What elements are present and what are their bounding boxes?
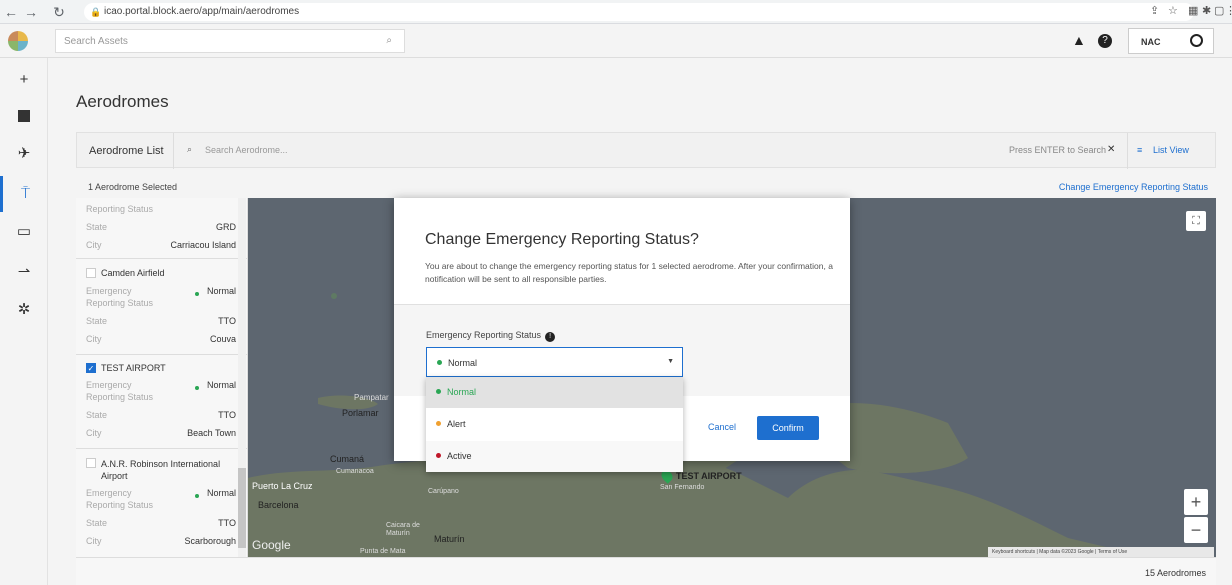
sidebar: + ✈ ⍑ ▭ ⇀ ✲ bbox=[0, 58, 48, 585]
reload-icon[interactable]: ↻ bbox=[50, 4, 68, 21]
aerodrome-checkbox[interactable] bbox=[86, 268, 96, 278]
menu-icon[interactable]: ⋮ bbox=[1225, 4, 1232, 17]
list-view-button[interactable]: List View bbox=[1153, 145, 1189, 155]
page-title: Aerodromes bbox=[76, 92, 169, 111]
list-item-row: City Scarborough bbox=[86, 536, 236, 546]
list-item-row: Reporting Status bbox=[86, 392, 154, 402]
share-icon[interactable]: ⇪ bbox=[1150, 4, 1159, 17]
selected-count: 1 Aerodrome Selected bbox=[88, 182, 178, 192]
chevron-down-icon: ▼ bbox=[667, 358, 674, 365]
list-item-row: State TTO bbox=[86, 518, 236, 528]
status-dot-icon bbox=[437, 360, 442, 365]
list-scrollbar[interactable] bbox=[238, 198, 246, 557]
address-bar[interactable]: 🔒 icao.portal.block.aero/app/main/aerodr… bbox=[84, 3, 1194, 21]
forward-icon[interactable]: → bbox=[22, 4, 40, 20]
status-select-value: Normal bbox=[448, 358, 478, 368]
aerodrome-list-toolbar: Aerodrome List ⌕ Search Aerodrome... Pre… bbox=[76, 132, 1216, 169]
status-dropdown-menu: Normal Alert Active bbox=[426, 377, 683, 472]
info-icon[interactable]: ! bbox=[545, 332, 556, 342]
list-item-row: Reporting Status bbox=[86, 204, 154, 214]
cancel-button[interactable]: Cancel bbox=[708, 422, 736, 432]
list-item-row: Emergency Normal bbox=[86, 380, 236, 390]
list-item-row: Reporting Status bbox=[86, 298, 154, 308]
sidebar-dashboard-icon[interactable] bbox=[0, 98, 48, 134]
map-label: Cumaná bbox=[330, 454, 365, 464]
list-search-icon: ⌕ bbox=[187, 144, 193, 154]
modal-title: Change Emergency Reporting Status? bbox=[425, 231, 699, 248]
modal-body-text: You are about to change the emergency re… bbox=[425, 261, 833, 284]
list-item-row: Reporting Status bbox=[86, 500, 154, 510]
url-text: icao.portal.block.aero/app/main/aerodrom… bbox=[104, 6, 300, 17]
clear-search-icon[interactable]: ✕ bbox=[1107, 144, 1115, 155]
status-select[interactable]: Normal ▼ bbox=[426, 347, 683, 377]
asset-search-placeholder: Search Assets bbox=[64, 36, 128, 47]
list-item-row: State TTO bbox=[86, 410, 236, 420]
map-label: San Fernando bbox=[660, 484, 705, 491]
app-header: Search Assets ⌕ ▲ ? NAC bbox=[0, 24, 1232, 58]
list-item-row: Emergency Normal bbox=[86, 488, 236, 498]
aerodrome-name[interactable]: Camden Airfield bbox=[101, 268, 165, 278]
sidebar-folder-icon[interactable]: ▭ bbox=[0, 214, 48, 250]
list-item-row: Emergency Normal bbox=[86, 286, 236, 296]
map-label: Caicara de Maturín bbox=[386, 522, 420, 537]
user-label: NAC bbox=[1141, 37, 1161, 47]
selection-bar: 1 Aerodrome Selected Change Emergency Re… bbox=[76, 176, 1216, 198]
press-enter-hint: Press ENTER to Search bbox=[1009, 145, 1107, 155]
status-field-label: Emergency Reporting Status! bbox=[426, 330, 556, 342]
map-label: Cumanacoa bbox=[336, 468, 374, 475]
sidebar-add-icon[interactable]: + bbox=[0, 62, 48, 98]
map-label: Barcelona bbox=[258, 500, 299, 510]
map-label: Punta de Mata bbox=[360, 548, 406, 555]
map-label: Porlamar bbox=[342, 408, 379, 418]
map-label: Maturín bbox=[434, 534, 465, 544]
status-option-active[interactable]: Active bbox=[426, 441, 683, 472]
app-logo[interactable] bbox=[8, 31, 28, 51]
map-label: Carúpano bbox=[428, 488, 459, 495]
sidebar-runway-icon[interactable]: ⇀ bbox=[0, 254, 48, 290]
sidebar-settings-icon[interactable]: ✲ bbox=[0, 292, 48, 328]
asset-search-input[interactable]: Search Assets ⌕ bbox=[55, 29, 405, 53]
bookmark-star-icon[interactable]: ☆ bbox=[1168, 4, 1178, 17]
list-item-row: City Couva bbox=[86, 334, 236, 344]
window-icon[interactable]: ▢ bbox=[1214, 4, 1224, 17]
user-menu[interactable]: NAC bbox=[1128, 28, 1214, 54]
puzzle-icon[interactable]: ✱ bbox=[1202, 4, 1211, 17]
list-item-row: City Beach Town bbox=[86, 428, 236, 438]
help-icon[interactable]: ? bbox=[1098, 34, 1112, 48]
aerodrome-list: Reporting Status State GRD City Carriacou … bbox=[76, 198, 248, 557]
list-item-row: State GRD bbox=[86, 222, 236, 232]
map-attribution[interactable]: Keyboard shortcuts | Map data ©2023 Goog… bbox=[988, 547, 1214, 557]
lock-icon: 🔒 bbox=[90, 7, 102, 17]
map-label: TEST AIRPORT bbox=[676, 471, 742, 481]
google-logo: Google bbox=[252, 538, 291, 552]
list-footer: 15 Aerodromes bbox=[76, 557, 1216, 585]
user-avatar-icon bbox=[1190, 34, 1203, 47]
change-status-link[interactable]: Change Emergency Reporting Status bbox=[1059, 182, 1208, 192]
map-label: Puerto La Cruz bbox=[252, 481, 313, 491]
aerodrome-name[interactable]: TEST AIRPORT bbox=[101, 363, 166, 373]
zoom-in-button[interactable]: + bbox=[1184, 489, 1208, 515]
extension-icon[interactable]: ▦ bbox=[1188, 4, 1198, 17]
map-label: Pampatar bbox=[354, 393, 389, 402]
aerodrome-checkbox[interactable] bbox=[86, 458, 96, 468]
aerodrome-list-tab[interactable]: Aerodrome List bbox=[89, 145, 164, 157]
aerodrome-name[interactable]: A.N.R. Robinson International Airport bbox=[101, 458, 231, 482]
list-view-icon[interactable]: ≡ bbox=[1137, 145, 1142, 155]
search-icon: ⌕ bbox=[386, 35, 392, 46]
back-icon[interactable]: ← bbox=[2, 4, 20, 20]
sidebar-aerodrome-icon[interactable]: ⍑ bbox=[0, 176, 48, 212]
status-option-alert[interactable]: Alert bbox=[426, 409, 683, 440]
aerodrome-search-input[interactable]: Search Aerodrome... bbox=[205, 145, 288, 155]
status-option-normal[interactable]: Normal bbox=[426, 377, 683, 408]
browser-toolbar: ← → ↻ 🔒 icao.portal.block.aero/app/main/… bbox=[0, 0, 1232, 24]
aerodrome-count: 15 Aerodromes bbox=[1144, 568, 1206, 578]
fullscreen-icon[interactable]: ⛶ bbox=[1186, 211, 1206, 231]
list-item-row: State TTO bbox=[86, 316, 236, 326]
bell-icon[interactable]: ▲ bbox=[1072, 32, 1086, 48]
sidebar-airplane-icon[interactable]: ✈ bbox=[0, 136, 48, 172]
zoom-out-button[interactable]: − bbox=[1184, 517, 1208, 543]
confirm-button[interactable]: Confirm bbox=[757, 416, 819, 440]
aerodrome-checkbox-checked[interactable]: ✓ bbox=[86, 363, 96, 373]
list-item-row: City Carriacou Island bbox=[86, 240, 236, 250]
